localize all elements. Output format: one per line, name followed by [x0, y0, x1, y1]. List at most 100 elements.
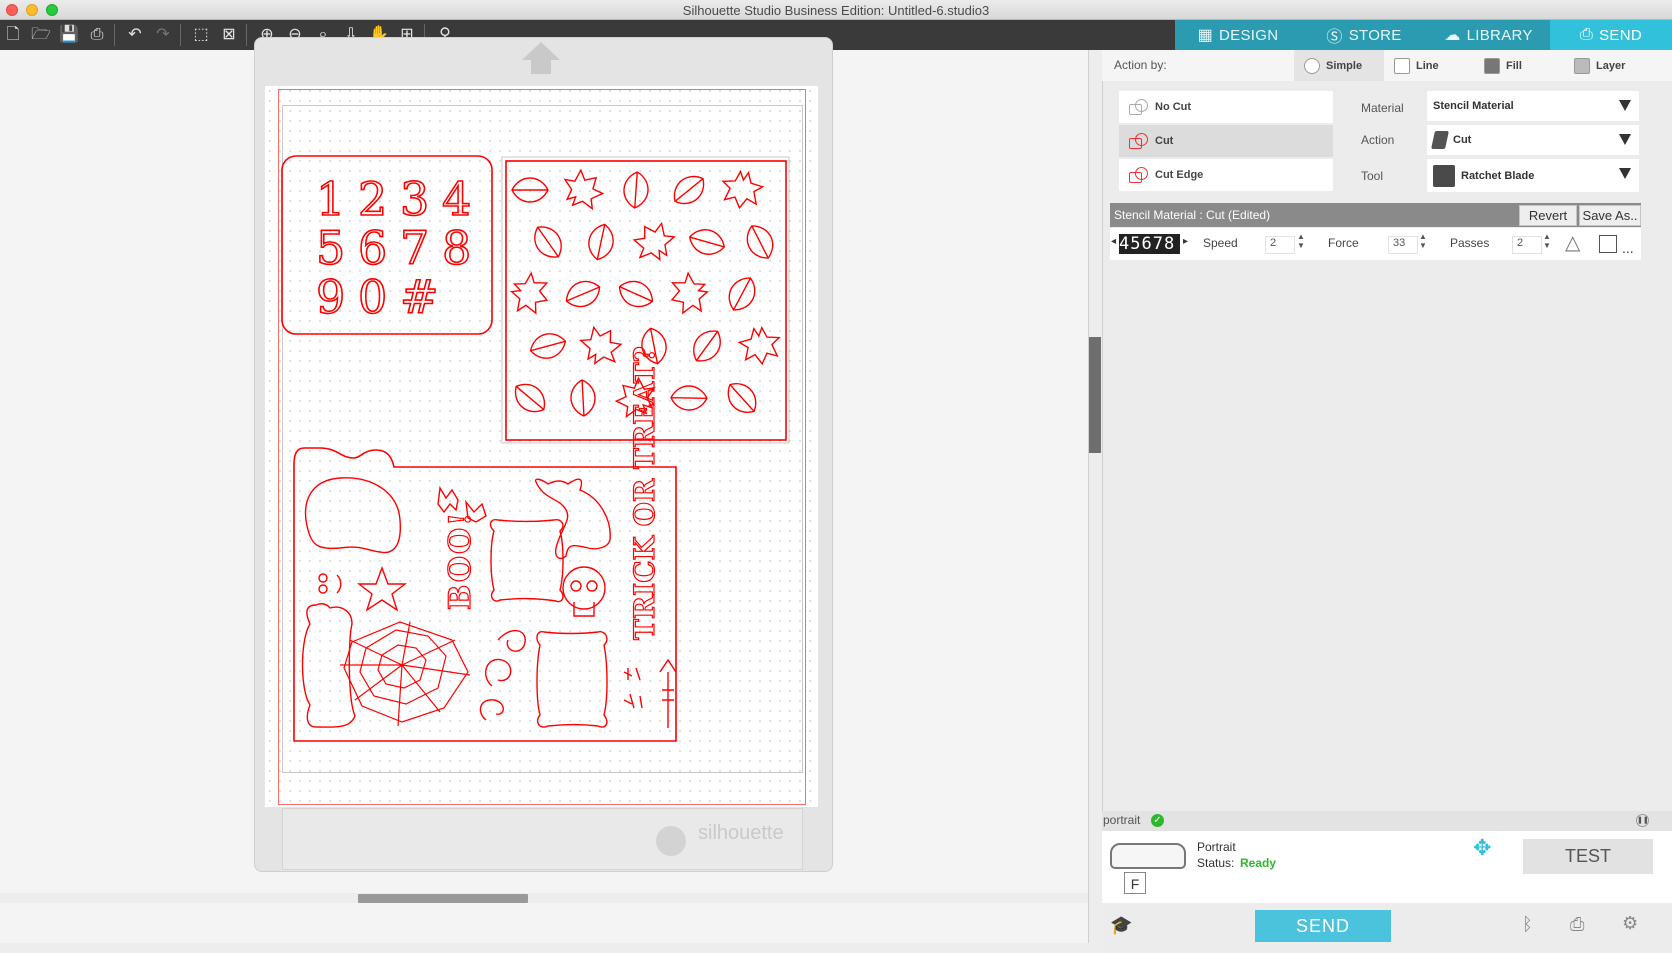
- passes-label: Passes: [1450, 236, 1490, 250]
- numbers-stencil[interactable]: 1 2 3 4 5 6 7 8 9 0 #: [315, 171, 472, 325]
- action-select[interactable]: Cut: [1427, 125, 1639, 155]
- skull-head: [562, 566, 606, 610]
- silhouette-s-icon: Ⓢ: [1326, 29, 1343, 46]
- horizontal-scrollbar[interactable]: [0, 893, 1088, 903]
- passes-stepper-icon[interactable]: ▲ ▼: [1543, 232, 1551, 250]
- leaf-shape: [534, 226, 562, 258]
- stencil-digit[interactable]: #: [399, 269, 439, 325]
- leaf-shape: [511, 177, 549, 203]
- tab-line[interactable]: Line: [1384, 50, 1474, 81]
- mouth-shape: [336, 574, 342, 594]
- device-name: Portrait: [1197, 840, 1236, 854]
- vertical-scrollbar[interactable]: [1088, 50, 1102, 943]
- test-button[interactable]: TEST: [1523, 839, 1653, 874]
- leaf-shape: [693, 330, 721, 362]
- tab-design[interactable]: ▦ DESIGN: [1175, 20, 1301, 50]
- leaf-shape: [623, 171, 649, 209]
- leaf-shape: [688, 229, 726, 255]
- spider-web: [340, 621, 471, 727]
- dot-shape: [318, 573, 328, 583]
- action-label: Action: [1361, 133, 1395, 147]
- leaf-shape: [570, 379, 596, 417]
- trick-or-treat-text[interactable]: TRICK OR TREAT?: [627, 346, 661, 641]
- revert-button[interactable]: Revert: [1519, 205, 1577, 226]
- radio-icon: [1304, 57, 1320, 74]
- tab-simple[interactable]: Simple: [1294, 50, 1384, 81]
- leaf-shape: [737, 325, 781, 366]
- stencil-digit[interactable]: 3: [399, 171, 430, 227]
- passes-field[interactable]: 2: [1512, 236, 1542, 254]
- horizontal-scroll-thumb[interactable]: [358, 894, 528, 903]
- leaf-shape: [728, 277, 756, 311]
- bluetooth-icon[interactable]: ᛒ: [1522, 914, 1533, 935]
- tab-store[interactable]: Ⓢ STORE: [1301, 20, 1427, 50]
- cut-option-cut[interactable]: Cut: [1119, 125, 1333, 157]
- material-select[interactable]: Stencil Material: [1427, 91, 1639, 121]
- vertical-scroll-thumb[interactable]: [1089, 337, 1101, 453]
- move-blade-icon[interactable]: ✥: [1473, 837, 1491, 859]
- device-status-label: Status:: [1197, 856, 1235, 870]
- save-as-button[interactable]: Save As..: [1579, 205, 1641, 226]
- stencil-digit[interactable]: 9: [315, 269, 346, 325]
- track-enhancing-checkbox[interactable]: [1599, 235, 1617, 253]
- blade-increase-arrow-icon[interactable]: ▸: [1183, 236, 1188, 247]
- leaf-shape: [746, 225, 774, 259]
- leaf-shape: [565, 280, 601, 308]
- speed-field[interactable]: 2: [1265, 236, 1295, 254]
- pause-icon[interactable]: ❚❚: [1636, 814, 1649, 827]
- blade-letter-badge: F: [1124, 872, 1146, 894]
- stencil-digit[interactable]: 1: [315, 171, 346, 227]
- swirl-shape: [484, 629, 526, 687]
- stencil-digit[interactable]: 8: [441, 220, 472, 276]
- blade-decrease-arrow-icon[interactable]: ◂: [1111, 236, 1116, 247]
- leaf-shape: [529, 333, 567, 359]
- speed-stepper-icon[interactable]: ▲ ▼: [1297, 232, 1305, 250]
- boo-text[interactable]: BOO!: [442, 510, 478, 611]
- cutter-icon: ⎙: [1580, 26, 1594, 43]
- leaf-shape: [563, 168, 605, 211]
- stencil-digit[interactable]: 7: [399, 220, 430, 276]
- tab-send[interactable]: ⎙ SEND: [1550, 20, 1672, 50]
- swirl-shape: [479, 699, 504, 721]
- action-by-label: Action by:: [1114, 58, 1167, 72]
- leaf-shape: [510, 271, 549, 315]
- tutorial-icon[interactable]: 🎓: [1110, 915, 1132, 936]
- stencil-digit[interactable]: 6: [357, 220, 388, 276]
- force-field[interactable]: 33: [1388, 236, 1418, 254]
- stencil-digit[interactable]: 5: [315, 220, 346, 276]
- dropdown-arrow-icon: [1619, 168, 1631, 179]
- leaf-shape: [727, 383, 757, 413]
- force-label: Force: [1328, 236, 1359, 250]
- send-button[interactable]: SEND: [1255, 910, 1391, 942]
- device-header-label: portrait: [1103, 813, 1141, 827]
- ornate-frame-mid: [489, 518, 564, 603]
- fill-icon: [1484, 57, 1500, 74]
- leaf-shape: [673, 175, 705, 205]
- cut-option-no-cut[interactable]: No Cut: [1119, 91, 1333, 123]
- more-options-icon[interactable]: ...: [1622, 240, 1634, 256]
- settings-gear-icon[interactable]: ⚙: [1622, 913, 1638, 934]
- dropdown-arrow-icon: [1619, 100, 1631, 111]
- tab-library[interactable]: ☁ LIBRARY: [1427, 20, 1550, 50]
- leaf-shape: [588, 223, 614, 261]
- connected-check-icon: ✓: [1151, 814, 1164, 827]
- printer-cutter-icon[interactable]: ⎙: [1570, 914, 1584, 935]
- blade-depth-display[interactable]: 45678: [1119, 234, 1180, 254]
- leaf-shape: [618, 280, 654, 308]
- tool-select[interactable]: Ratchet Blade: [1427, 159, 1639, 192]
- bat-shape: [437, 485, 459, 514]
- force-stepper-icon[interactable]: ▲ ▼: [1419, 232, 1427, 250]
- cut-edge-icon: [1127, 166, 1149, 184]
- tab-layer[interactable]: Layer: [1564, 50, 1664, 81]
- cut-option-cut-edge[interactable]: Cut Edge: [1119, 159, 1333, 191]
- stencil-digit[interactable]: 0: [357, 269, 388, 325]
- star-shape: [356, 566, 408, 612]
- tab-fill[interactable]: Fill: [1474, 50, 1564, 81]
- stencil-digit[interactable]: 4: [441, 171, 472, 227]
- stencil-digit[interactable]: 2: [357, 171, 388, 227]
- line-segment-overcut-icon[interactable]: △: [1565, 233, 1580, 253]
- arrow-shape: [659, 658, 677, 728]
- cloud-icon: ☁: [1444, 27, 1461, 44]
- halloween-stencil[interactable]: [301, 477, 677, 728]
- line-icon: [1394, 57, 1410, 74]
